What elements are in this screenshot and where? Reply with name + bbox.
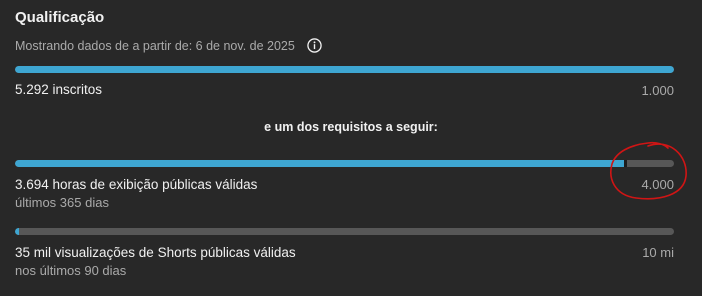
shorts-views-progress-bar: [15, 228, 674, 235]
shorts-views-target: 10 mi: [642, 245, 674, 260]
watch-hours-progress-fill: [15, 160, 624, 167]
section-title: Qualificação: [15, 9, 105, 26]
shorts-views-period: nos últimos 90 dias: [15, 263, 127, 278]
data-date-row: Mostrando dados de a partir de: 6 de nov…: [15, 38, 322, 53]
watch-hours-period: últimos 365 dias: [15, 195, 109, 210]
watch-hours-target: 4.000: [641, 177, 674, 192]
watch-hours-progress-marker: [623, 160, 627, 167]
subscribers-progress-fill: [15, 66, 674, 73]
qualification-panel: Qualificação Mostrando dados de a partir…: [0, 0, 702, 296]
watch-hours-progress-bar: [15, 160, 674, 167]
shorts-views-progress-fill: [15, 228, 19, 235]
requirements-separator: e um dos requisitos a seguir:: [264, 120, 438, 134]
shorts-views-label: 35 mil visualizações de Shorts públicas …: [15, 245, 296, 260]
watch-hours-label: 3.694 horas de exibição públicas válidas: [15, 177, 258, 192]
data-date-text: Mostrando dados de a partir de: 6 de nov…: [15, 38, 295, 53]
subscribers-label: 5.292 inscritos: [15, 82, 103, 97]
info-icon[interactable]: [307, 38, 322, 53]
subscribers-progress-bar: [15, 66, 674, 73]
subscribers-target: 1.000: [641, 83, 674, 98]
